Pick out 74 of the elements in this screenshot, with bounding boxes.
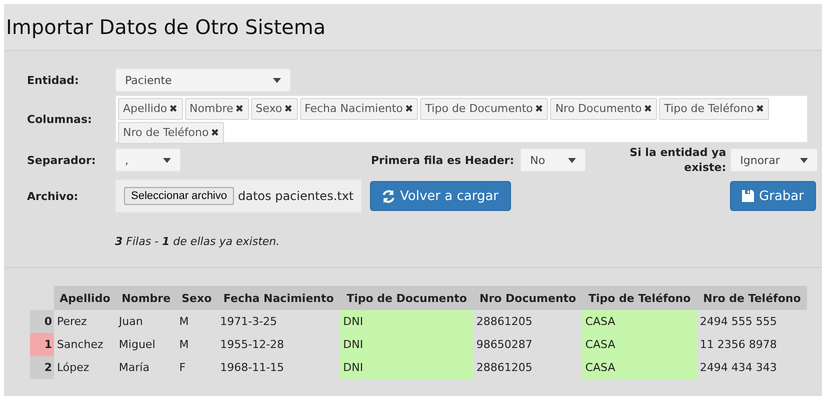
column-header: Tipo de Teléfono: [582, 286, 697, 310]
file-field[interactable]: Seleccionar archivo datos pacientes.txt: [115, 179, 362, 213]
caret-icon: [163, 158, 171, 162]
remove-tag-button[interactable]: ✖: [210, 128, 220, 139]
columns-field[interactable]: Apellido ✖ Nombre ✖ Sexo ✖ Fecha Nacimiento ✖ Tipo de Documento ✖ Nro Documento ✖ Tipo de Teléfono ✖ Nro de Teléfono ✖: [115, 95, 808, 143]
table-cell: CASA: [582, 356, 697, 379]
column-header: Nro de Teléfono: [696, 286, 807, 310]
separator-select[interactable]: ,: [115, 148, 181, 172]
row-index: 0: [30, 310, 54, 333]
field-label: Columnas:: [27, 112, 93, 126]
row-index: 1: [30, 333, 54, 356]
table-cell: Juan: [116, 310, 176, 333]
field-label: Archivo:: [27, 190, 80, 202]
remove-tag-button[interactable]: ✖: [284, 104, 293, 115]
header-select[interactable]: No: [520, 148, 586, 172]
column-tag: Nombre ✖: [184, 98, 249, 120]
remove-tag-button[interactable]: ✖: [169, 104, 178, 115]
table-cell: DNI: [340, 310, 474, 333]
remove-tag-button[interactable]: ✖: [404, 104, 414, 115]
table-cell: M: [176, 310, 218, 333]
column-header: Nro Documento: [473, 286, 582, 310]
column-header: Nombre: [116, 286, 176, 310]
remove-tag-button[interactable]: ✖: [235, 104, 244, 115]
field-label: Si la entidad ya existe:: [628, 145, 726, 175]
table-cell: 11 2356 8978: [696, 333, 807, 356]
table-cell: CASA: [582, 310, 697, 333]
table-cell: 98650287: [473, 333, 582, 356]
table-cell-text: F: [178, 360, 187, 376]
column-tag: Nro Documento ✖: [550, 98, 658, 120]
table-cell: Sanchez: [54, 333, 116, 356]
column-header: Tipo de Documento: [340, 286, 474, 310]
column-tag: Nro de Teléfono ✖: [118, 122, 224, 144]
column-header: Fecha Nacimiento: [217, 286, 340, 310]
field-label: Separador:: [27, 154, 97, 166]
column-tag: Fecha Nacimiento ✖: [300, 98, 418, 120]
remove-tag-button[interactable]: ✖: [534, 104, 544, 115]
reload-button[interactable]: Volver a cargar: [370, 181, 511, 211]
caret-icon: [568, 158, 576, 162]
table-cell: 28861205: [473, 356, 582, 379]
page-title: Importar Datos de Otro Sistema: [6, 15, 326, 39]
remove-tag-button[interactable]: ✖: [644, 104, 652, 115]
choose-file-button[interactable]: Seleccionar archivo: [124, 187, 234, 205]
column-header: Apellido: [54, 286, 116, 310]
field-label: Entidad:: [27, 74, 80, 86]
table-cell: DNI: [340, 333, 474, 356]
table-cell: 1971-3-25: [217, 310, 340, 333]
table-cell-text: María: [118, 360, 150, 376]
caret-icon: [273, 78, 281, 82]
column-tag: Sexo ✖: [250, 98, 298, 120]
file-name: datos pacientes.txt: [238, 189, 354, 203]
row-index: 2: [30, 356, 54, 379]
table-cell: 2494 434 343: [696, 356, 807, 379]
table-cell: 1955-12-28: [217, 333, 340, 356]
table-cell: DNI: [340, 356, 474, 379]
field-label: Primera fila es Header:: [371, 154, 514, 166]
table-cell: 2494 555 555: [696, 310, 807, 333]
caret-icon: [800, 158, 808, 162]
table-cell: CASA: [582, 333, 697, 356]
import-summary: 3 Filas - 1 de ellas ya existen.: [115, 235, 281, 250]
entity-select[interactable]: Paciente: [115, 68, 291, 92]
column-tag: Tipo de Teléfono ✖: [659, 98, 770, 120]
table-cell: 1968-11-15: [217, 356, 340, 379]
column-tag: Tipo de Documento ✖: [420, 98, 548, 120]
table-cell-text: M: [178, 337, 190, 353]
column-header: Sexo: [176, 286, 218, 310]
if-exists-select[interactable]: Ignorar: [730, 148, 818, 172]
refresh-icon: [382, 190, 395, 202]
table-cell-text: Miguel: [118, 337, 156, 353]
column-tag: Apellido ✖: [118, 98, 183, 120]
remove-tag-button[interactable]: ✖: [756, 104, 764, 115]
table-cell: Perez: [54, 310, 116, 333]
save-button[interactable]: Grabar: [730, 181, 816, 211]
table-cell: 28861205: [473, 310, 582, 333]
table-cell: López: [54, 356, 116, 379]
